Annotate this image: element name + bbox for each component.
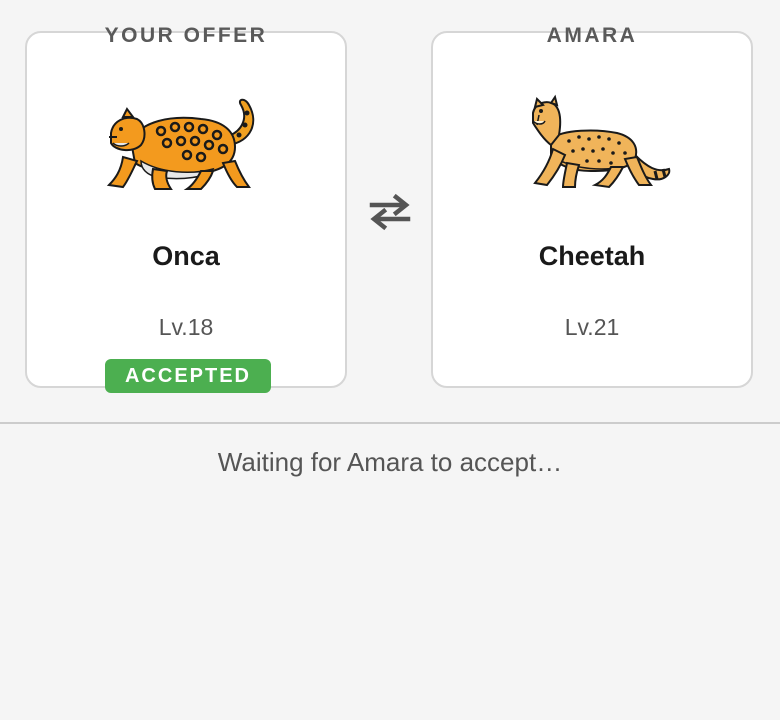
offer-creature-name: Onca (152, 241, 220, 271)
accepted-badge: ACCEPTED (105, 359, 271, 393)
status-message: Waiting for Amara to accept… (217, 447, 563, 477)
swap-arrows-icon (366, 188, 414, 236)
your-offer-card[interactable]: YOUR OFFER Onca Lv.18 ACCEPTED (25, 24, 347, 393)
partner-offer-card[interactable]: AMARA Cheetah Lv.21 (431, 24, 753, 388)
trade-screen: YOUR OFFER Onca Lv.18 ACCEPTED AMARA Che… (0, 0, 780, 720)
divider (0, 422, 780, 424)
jaguar-sprite-icon (101, 93, 271, 203)
your-offer-header: YOUR OFFER (104, 24, 268, 47)
partner-header: AMARA (546, 24, 638, 47)
offer-creature-level: Lv.18 (158, 314, 214, 340)
partner-creature-level: Lv.21 (564, 314, 620, 340)
cheetah-sprite-icon (507, 93, 677, 203)
partner-creature-name: Cheetah (538, 241, 646, 271)
